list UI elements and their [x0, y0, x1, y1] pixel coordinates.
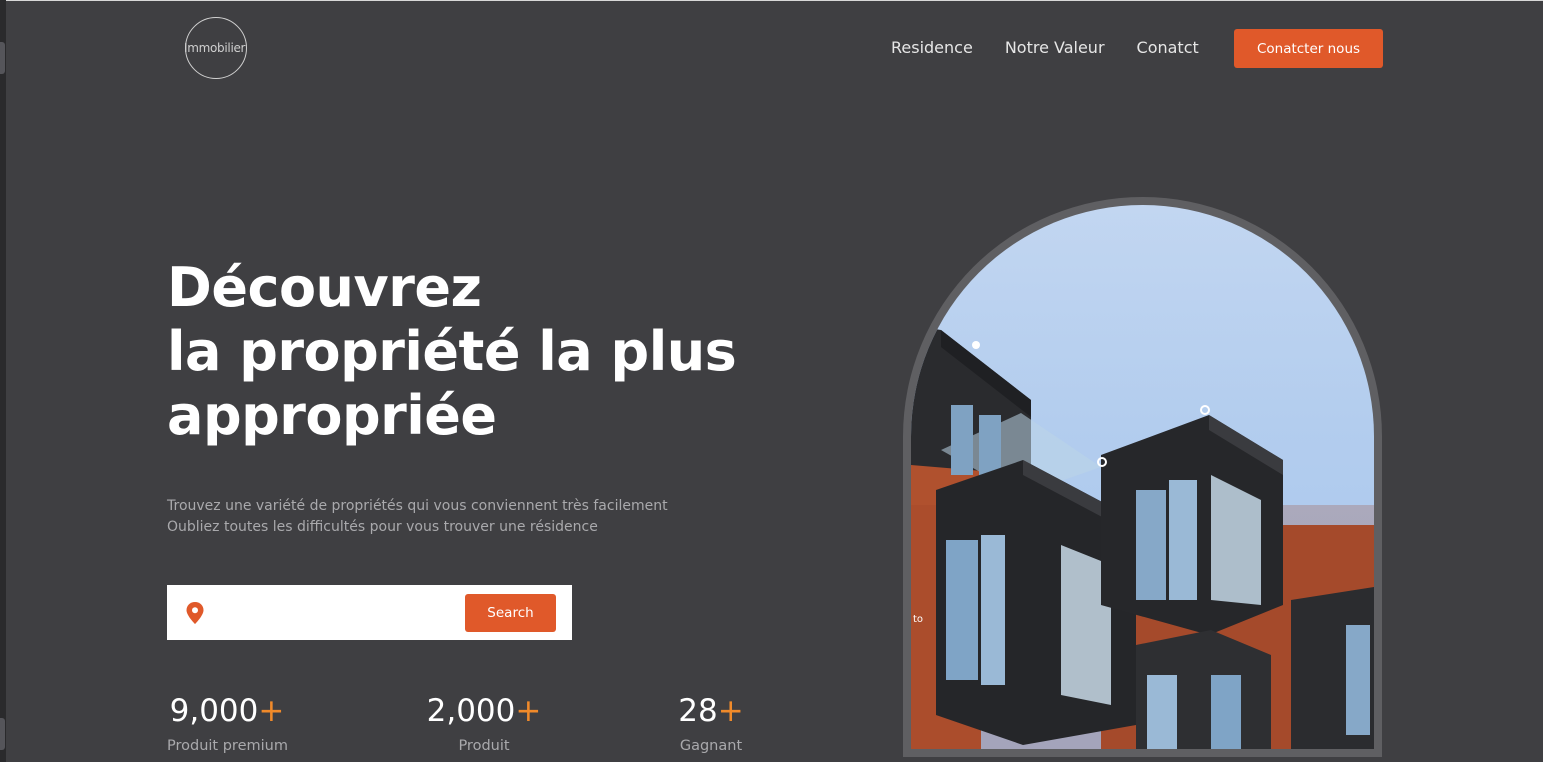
nav-residence[interactable]: Residence: [891, 38, 973, 57]
image-overlay-text: to: [913, 614, 923, 625]
main-nav: Residence Notre Valeur Conatct: [891, 38, 1199, 57]
edge-tab: [0, 718, 5, 750]
hero-title: Découvrez la propriété la plus approprié…: [167, 256, 737, 448]
stat-label: Produit premium: [167, 738, 288, 754]
stat-label: Produit: [458, 738, 510, 754]
subtitle-line: Trouvez une variété de propriétés qui vo…: [167, 498, 668, 514]
window-top-border: [0, 0, 1543, 1]
hero-building-image: to: [911, 205, 1374, 749]
nav-notre-valeur[interactable]: Notre Valeur: [1005, 38, 1105, 57]
location-search: Search: [167, 585, 572, 640]
logo[interactable]: Immobilier: [184, 17, 247, 79]
hero-title-line: la propriété la plus: [167, 320, 737, 383]
left-window-edge: [0, 0, 6, 762]
edge-tab: [0, 42, 5, 74]
hero-title-line: Découvrez: [167, 256, 482, 319]
stat-produit: 2,000+ Produit: [424, 692, 544, 754]
stat-gagnant: 28+ Gagnant: [664, 692, 758, 754]
location-search-input[interactable]: [215, 597, 503, 629]
stat-value: 28+: [678, 693, 744, 729]
stat-label: Gagnant: [679, 738, 743, 754]
subtitle-line: Oubliez toutes les difficultés pour vous…: [167, 519, 598, 535]
contact-us-button[interactable]: Conatcter nous: [1234, 29, 1383, 68]
location-pin-icon: [186, 602, 204, 624]
stat-premium: 9,000+ Produit premium: [167, 692, 288, 754]
nav-contact[interactable]: Conatct: [1137, 38, 1199, 57]
logo-text: Immobilier: [184, 41, 246, 55]
search-button[interactable]: Search: [465, 594, 556, 632]
building-illustration: to: [911, 325, 1374, 749]
hero-title-line: appropriée: [167, 384, 497, 447]
hero-subtitle: Trouvez une variété de propriétés qui vo…: [167, 496, 668, 538]
stat-value: 9,000+: [169, 693, 285, 729]
stat-value: 2,000+: [426, 693, 542, 729]
